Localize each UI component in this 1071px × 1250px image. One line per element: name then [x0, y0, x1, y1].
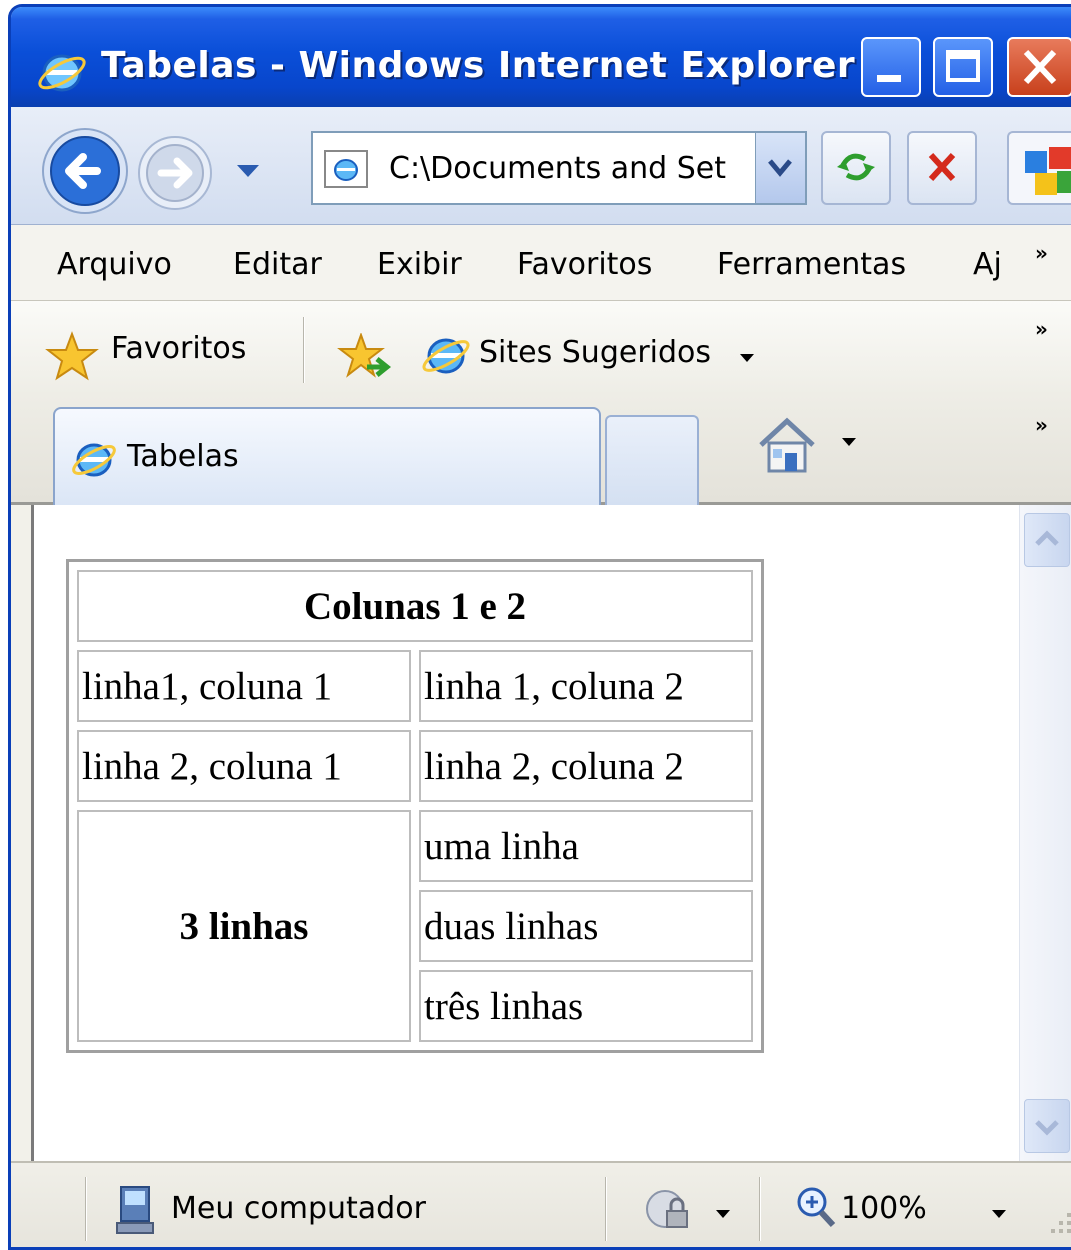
table-cell: três linhas [419, 970, 753, 1042]
tabs-overflow-chevron[interactable]: » [1035, 413, 1048, 437]
recent-pages-dropdown-icon[interactable] [233, 161, 263, 181]
menu-ferramentas[interactable]: Ferramentas [717, 247, 906, 282]
favorites-overflow-chevron[interactable]: » [1035, 317, 1048, 341]
chevron-down-icon[interactable] [991, 1209, 1007, 1219]
menu-editar[interactable]: Editar [233, 247, 322, 282]
refresh-button[interactable] [821, 131, 891, 205]
chevron-down-icon[interactable] [715, 1209, 731, 1219]
chevron-down-icon [1035, 1120, 1059, 1136]
chevron-up-icon [1035, 530, 1059, 546]
address-dropdown-button[interactable] [755, 133, 805, 203]
resize-grip-icon[interactable] [1047, 1207, 1071, 1247]
table-cell: linha1, coluna 1 [77, 650, 411, 722]
stop-icon [928, 152, 956, 182]
computer-icon [116, 1186, 154, 1234]
favorites-bar: Favoritos Sites Sugeridos » [11, 301, 1071, 395]
data-table: Colunas 1 e 2 linha1, coluna 1 linha 1, … [66, 559, 764, 1053]
google-icon [1025, 147, 1071, 195]
table-header-row: Colunas 1 e 2 [77, 570, 753, 642]
zoom-icon[interactable] [795, 1185, 837, 1229]
security-icon[interactable] [641, 1185, 695, 1233]
close-icon [1023, 49, 1057, 85]
menu-exibir[interactable]: Exibir [377, 247, 462, 282]
status-separator [759, 1177, 761, 1241]
address-toolbar: C:\Documents and Set [11, 107, 1071, 225]
page-icon [324, 150, 368, 188]
toolbar-separator [303, 317, 305, 383]
tab-label: Tabelas [127, 439, 239, 474]
rowspan-header-cell: 3 linhas [77, 810, 411, 1042]
favorites-button[interactable]: Favoritos [111, 331, 246, 366]
chevron-down-icon[interactable] [841, 437, 857, 447]
new-tab-button[interactable] [605, 415, 699, 505]
suggested-sites-icon[interactable] [417, 329, 475, 381]
tab-tabelas[interactable]: Tabelas [53, 407, 601, 505]
table-cell: duas linhas [419, 890, 753, 962]
browser-window: Tabelas - Windows Internet Explorer C:\D… [8, 4, 1071, 1250]
search-provider-icon[interactable] [1007, 131, 1071, 205]
suggested-sites-button[interactable]: Sites Sugeridos [479, 335, 711, 370]
minimize-button[interactable] [861, 37, 921, 97]
ie-logo-icon [72, 443, 116, 477]
status-bar: Meu computador 100% [11, 1161, 1071, 1247]
table-cell: linha 2, coluna 2 [419, 730, 753, 802]
scroll-down-button[interactable] [1024, 1099, 1070, 1153]
address-field[interactable]: C:\Documents and Set [311, 131, 807, 205]
close-button[interactable] [1007, 37, 1071, 97]
title-bar[interactable]: Tabelas - Windows Internet Explorer [11, 7, 1071, 107]
address-text[interactable]: C:\Documents and Set [389, 151, 745, 186]
ie-logo-icon [38, 54, 86, 92]
table-row: linha 2, coluna 1 linha 2, coluna 2 [77, 730, 753, 802]
window-title: Tabelas - Windows Internet Explorer [101, 45, 856, 86]
menu-favoritos[interactable]: Favoritos [517, 247, 652, 282]
forward-arrow-icon[interactable] [135, 133, 215, 213]
home-icon[interactable] [755, 415, 819, 475]
security-zone-label: Meu computador [171, 1191, 426, 1226]
menu-arquivo[interactable]: Arquivo [57, 247, 172, 282]
maximize-icon [946, 50, 980, 82]
vertical-scrollbar[interactable] [1019, 505, 1071, 1161]
menu-ajuda[interactable]: Aj [973, 247, 1002, 282]
table-cell: linha 2, coluna 1 [77, 730, 411, 802]
status-separator [85, 1177, 87, 1241]
maximize-button[interactable] [933, 37, 993, 97]
status-separator [605, 1177, 607, 1241]
stop-button[interactable] [907, 131, 977, 205]
page-content: Colunas 1 e 2 linha1, coluna 1 linha 1, … [31, 505, 1071, 1161]
table-row: 3 linhas uma linha [77, 810, 753, 1042]
zoom-level[interactable]: 100% [841, 1191, 927, 1226]
table-cell: uma linha [419, 810, 753, 882]
chevron-down-icon [768, 159, 792, 177]
minimize-icon [877, 75, 901, 82]
refresh-icon [837, 153, 875, 181]
scroll-up-button[interactable] [1024, 513, 1070, 567]
menu-bar: Arquivo Editar Exibir Favoritos Ferramen… [11, 225, 1071, 301]
table-header-cell: Colunas 1 e 2 [77, 570, 753, 642]
table-row: linha1, coluna 1 linha 1, coluna 2 [77, 650, 753, 722]
table-cell: linha 1, coluna 2 [419, 650, 753, 722]
star-icon[interactable] [45, 331, 99, 381]
menu-overflow-chevron[interactable]: » [1035, 241, 1048, 265]
tab-bar: Tabelas » [11, 395, 1071, 505]
back-arrow-icon[interactable] [39, 125, 131, 217]
chevron-down-icon[interactable] [739, 353, 755, 363]
add-favorite-icon[interactable] [337, 333, 393, 381]
